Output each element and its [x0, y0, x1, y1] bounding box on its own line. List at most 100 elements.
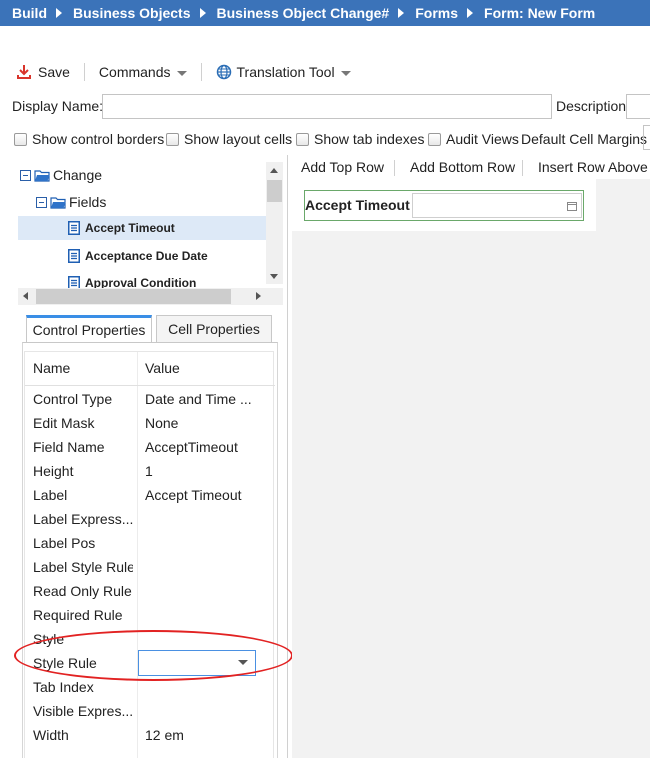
tree-horizontal-scrollbar[interactable] [18, 288, 266, 305]
property-name: Field Name [33, 439, 105, 455]
show-control-borders-option[interactable]: Show control borders [14, 131, 164, 147]
breadcrumb-business-objects[interactable]: Business Objects [73, 5, 191, 21]
globe-icon [216, 64, 231, 80]
property-tabs: Control Properties Cell Properties [26, 315, 276, 343]
property-name: Label Pos [33, 535, 96, 551]
default-cell-margins-label: Default Cell Margins [521, 131, 648, 147]
tab-cell-properties[interactable]: Cell Properties [156, 315, 272, 342]
folder-icon [34, 169, 50, 182]
property-row-control-type[interactable]: Control Type Date and Time ... [25, 388, 275, 412]
property-name: Label [33, 487, 68, 503]
breadcrumb: Build Business Objects Business Object C… [0, 0, 650, 26]
save-icon [17, 65, 31, 79]
date-time-input[interactable] [412, 193, 582, 218]
collapse-icon[interactable] [20, 169, 31, 181]
add-top-row-button[interactable]: Add Top Row [301, 159, 384, 175]
show-layout-cells-option[interactable]: Show layout cells [166, 131, 292, 147]
toolbar-divider [394, 160, 395, 176]
show-control-borders-checkbox[interactable] [14, 132, 27, 146]
add-bottom-row-button[interactable]: Add Bottom Row [410, 159, 515, 175]
property-grid: Name Value Control Type Date and Time ..… [22, 342, 278, 758]
scroll-right-icon[interactable] [256, 292, 261, 300]
designer-options: Show control borders Show layout cells S… [0, 125, 650, 150]
property-row-width[interactable]: Width 12 em [25, 724, 275, 748]
property-name: Visible Expres... [33, 703, 133, 719]
property-row-label-expression[interactable]: Label Express... [25, 508, 275, 532]
form-header-row: Display Name: Description: [0, 94, 650, 120]
highlight-annotation [14, 630, 293, 681]
breadcrumb-business-object-change[interactable]: Business Object Change# [217, 5, 390, 21]
breadcrumb-arrow-icon [56, 8, 62, 18]
description-input[interactable] [626, 94, 650, 119]
breadcrumb-arrow-icon [199, 8, 206, 18]
scroll-thumb[interactable] [267, 180, 282, 202]
form-surface: Accept Timeout [292, 179, 596, 231]
translation-tool-button[interactable]: Translation Tool [216, 64, 351, 80]
property-row-required-rule[interactable]: Required Rule [25, 604, 275, 628]
name-column-header: Name [33, 360, 71, 376]
tree-field-accept-timeout[interactable]: Accept Timeout [18, 216, 266, 240]
tab-control-properties[interactable]: Control Properties [26, 315, 152, 342]
show-layout-cells-label: Show layout cells [184, 131, 293, 147]
field-icon [68, 276, 80, 288]
commands-button[interactable]: Commands [99, 64, 187, 80]
scroll-left-icon[interactable] [23, 292, 28, 300]
save-label: Save [38, 64, 70, 80]
toolbar-divider [83, 63, 85, 81]
audit-views-checkbox[interactable] [428, 132, 441, 146]
toolbar-divider [200, 63, 202, 81]
tree-node-change[interactable]: Change [20, 163, 102, 187]
property-name: Tab Index [33, 679, 94, 695]
audit-views-option[interactable]: Audit Views [428, 131, 519, 147]
show-tab-indexes-option[interactable]: Show tab indexes [296, 131, 425, 147]
tree-vertical-scrollbar[interactable] [266, 162, 283, 284]
tab-label: Control Properties [32, 322, 146, 338]
property-value[interactable]: Accept Timeout [145, 487, 273, 503]
folder-icon [50, 196, 66, 209]
default-cell-margins-option: Default Cell Margins [521, 131, 647, 147]
property-name: Label Express... [33, 511, 133, 527]
property-row-label-style-rule[interactable]: Label Style Rule [25, 556, 275, 580]
property-row-label-pos[interactable]: Label Pos [25, 532, 275, 556]
property-name: Required Rule [33, 607, 123, 623]
property-table: Name Value Control Type Date and Time ..… [24, 351, 275, 758]
scroll-down-icon[interactable] [270, 274, 278, 279]
breadcrumb-build[interactable]: Build [12, 5, 47, 21]
tree-field-label: Approval Condition [85, 276, 197, 288]
property-row-visible-expression[interactable]: Visible Expres... [25, 700, 275, 724]
tab-label: Cell Properties [168, 321, 260, 337]
property-row-read-only-rule[interactable]: Read Only Rule [25, 580, 275, 604]
property-row-edit-mask[interactable]: Edit Mask None [25, 412, 275, 436]
display-name-label: Display Name: [12, 98, 104, 114]
property-row-field-name[interactable]: Field Name AcceptTimeout [25, 436, 275, 460]
field-tree: Change Fields Accept Timeout Acceptance … [18, 158, 278, 288]
show-tab-indexes-label: Show tab indexes [314, 131, 425, 147]
form-control-accept-timeout[interactable]: Accept Timeout [304, 190, 584, 221]
scroll-up-icon[interactable] [270, 168, 278, 173]
breadcrumb-arrow-icon [398, 8, 405, 18]
display-name-input[interactable] [102, 94, 552, 119]
scroll-thumb[interactable] [36, 289, 231, 304]
collapse-icon[interactable] [36, 196, 47, 208]
insert-row-above-button[interactable]: Insert Row Above [538, 159, 648, 175]
property-row-height[interactable]: Height 1 [25, 460, 275, 484]
calendar-icon[interactable] [567, 201, 577, 211]
form-control-label: Accept Timeout [305, 197, 410, 213]
default-cell-margins-input[interactable] [643, 125, 650, 150]
show-tab-indexes-checkbox[interactable] [296, 132, 309, 146]
property-row-label[interactable]: Label Accept Timeout [25, 484, 275, 508]
commands-label: Commands [98, 64, 171, 80]
breadcrumb-forms[interactable]: Forms [415, 5, 458, 21]
property-value[interactable]: 1 [145, 463, 273, 479]
tree-field-acceptance-due-date[interactable]: Acceptance Due Date [68, 244, 208, 268]
tree-node-fields[interactable]: Fields [36, 190, 106, 214]
save-button[interactable]: Save [16, 64, 70, 80]
show-layout-cells-checkbox[interactable] [166, 132, 179, 146]
tree-field-label: Acceptance Due Date [85, 249, 208, 263]
property-value[interactable]: Date and Time ... [145, 391, 273, 407]
field-icon [68, 221, 80, 235]
tree-field-approval-condition[interactable]: Approval Condition [68, 271, 196, 288]
property-value[interactable]: None [145, 415, 273, 431]
property-value[interactable]: 12 em [145, 727, 273, 743]
property-value[interactable]: AcceptTimeout [145, 439, 273, 455]
